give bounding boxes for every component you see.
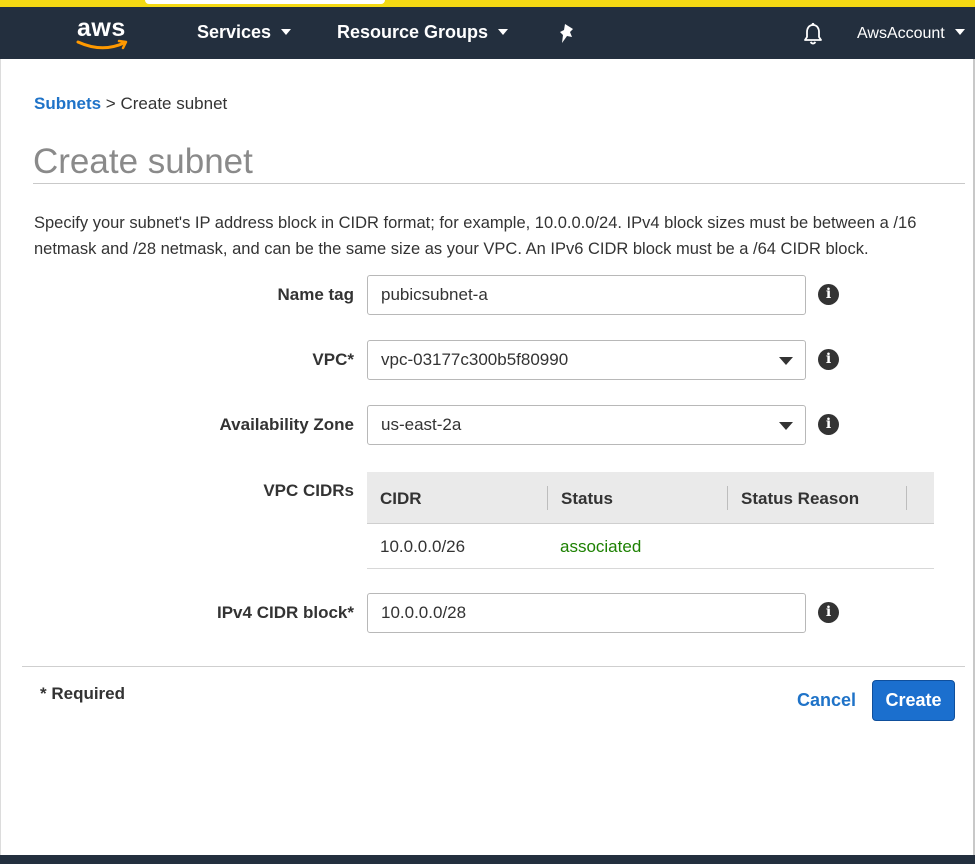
info-icon[interactable]: i bbox=[818, 284, 839, 305]
breadcrumb-subnets-link[interactable]: Subnets bbox=[34, 94, 101, 113]
column-separator bbox=[906, 486, 907, 510]
column-header-cidr[interactable]: CIDR bbox=[380, 489, 422, 509]
resource-groups-label: Resource Groups bbox=[337, 22, 489, 42]
chevron-down-icon bbox=[281, 29, 292, 35]
cancel-button[interactable]: Cancel bbox=[797, 690, 856, 711]
info-icon[interactable]: i bbox=[818, 349, 839, 370]
column-header-status[interactable]: Status bbox=[561, 489, 613, 509]
pin-icon[interactable] bbox=[558, 23, 578, 50]
vpc-label: VPC* bbox=[312, 350, 354, 369]
dropdown-arrow-icon bbox=[779, 357, 793, 365]
info-icon[interactable]: i bbox=[818, 414, 839, 435]
breadcrumb-separator: > bbox=[105, 94, 116, 113]
breadcrumb-current: Create subnet bbox=[120, 94, 228, 113]
status-cell: associated bbox=[560, 537, 642, 556]
account-label: AwsAccount bbox=[857, 25, 945, 42]
dropdown-arrow-icon bbox=[779, 422, 793, 430]
vpc-cidrs-table-header: CIDR Status Status Reason bbox=[367, 472, 934, 524]
bell-icon[interactable] bbox=[802, 22, 824, 51]
ipv4-cidr-input[interactable]: 10.0.0.0/28 bbox=[367, 593, 806, 633]
services-menu[interactable]: Services bbox=[197, 22, 292, 43]
required-note: * Required bbox=[40, 684, 126, 703]
table-row: 10.0.0.0/26 associated bbox=[367, 524, 934, 569]
page-description: Specify your subnet's IP address block i… bbox=[34, 214, 917, 258]
column-header-status-reason[interactable]: Status Reason bbox=[741, 489, 859, 509]
name-tag-input[interactable]: pubicsubnet-a bbox=[367, 275, 806, 315]
resource-groups-menu[interactable]: Resource Groups bbox=[337, 22, 509, 43]
chevron-down-icon bbox=[498, 29, 509, 35]
create-button[interactable]: Create bbox=[872, 680, 955, 721]
name-tag-label: Name tag bbox=[277, 285, 354, 304]
breadcrumb: Subnets > Create subnet bbox=[34, 94, 227, 114]
chevron-down-icon bbox=[954, 29, 965, 35]
availability-zone-label: Availability Zone bbox=[219, 415, 354, 434]
bottom-bar bbox=[0, 855, 975, 864]
availability-zone-select[interactable]: us-east-2a bbox=[367, 405, 806, 445]
cidr-cell: 10.0.0.0/26 bbox=[380, 537, 466, 556]
footer-divider bbox=[22, 666, 965, 667]
info-icon[interactable]: i bbox=[818, 602, 839, 623]
browser-top-strip bbox=[0, 0, 975, 7]
account-menu[interactable]: AwsAccount bbox=[857, 25, 965, 43]
column-separator bbox=[727, 486, 728, 510]
aws-logo[interactable]: aws bbox=[76, 11, 132, 51]
services-label: Services bbox=[197, 22, 272, 42]
vpc-cidrs-label: VPC CIDRs bbox=[263, 481, 354, 500]
vpc-select[interactable]: vpc-03177c300b5f80990 bbox=[367, 340, 806, 380]
browser-tab-edge bbox=[145, 0, 385, 4]
ipv4-cidr-label: IPv4 CIDR block* bbox=[217, 603, 354, 622]
column-separator bbox=[547, 486, 548, 510]
vpc-selected-value: vpc-03177c300b5f80990 bbox=[381, 350, 569, 369]
page-title: Create subnet bbox=[33, 142, 253, 181]
availability-zone-selected-value: us-east-2a bbox=[381, 415, 462, 434]
aws-smile-icon bbox=[76, 39, 128, 50]
title-divider bbox=[33, 183, 965, 184]
aws-nav-bar: aws Services Resource Groups AwsAccount bbox=[0, 7, 975, 59]
